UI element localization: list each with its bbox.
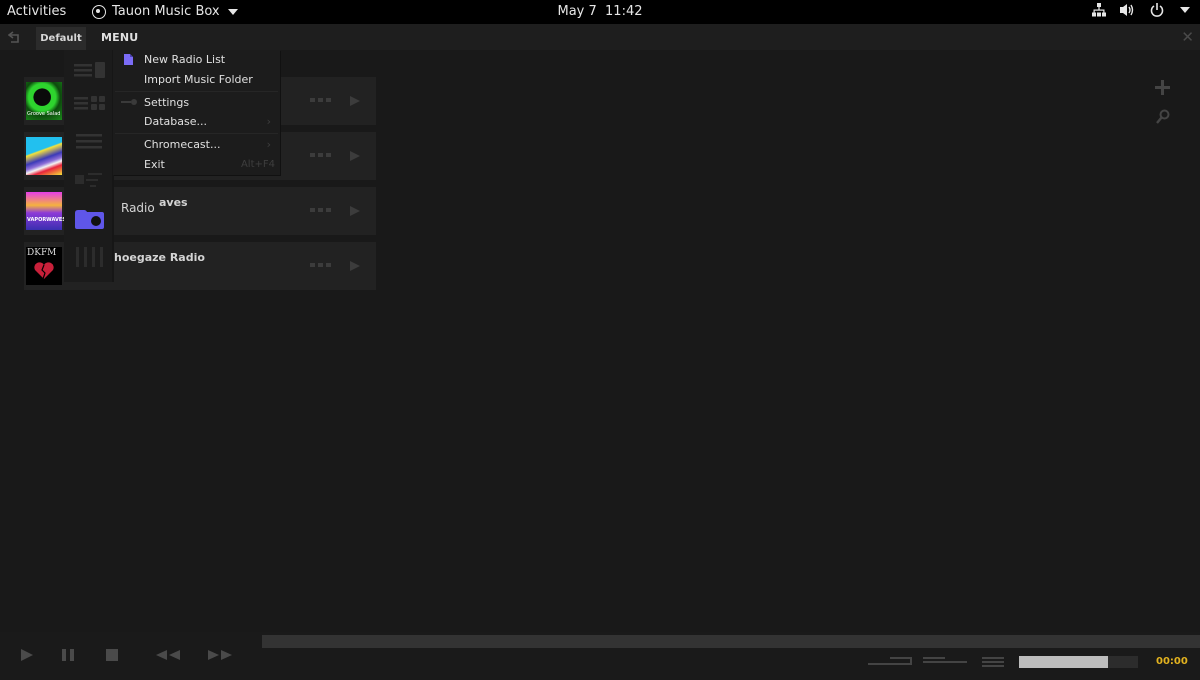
back-icon[interactable]: [8, 31, 22, 43]
menu-item-exit[interactable]: Exit Alt+F4: [113, 155, 280, 175]
gallery-grid-icon[interactable]: [72, 92, 106, 120]
caret-down-icon: [227, 8, 238, 15]
clock-time: 11:42: [605, 4, 643, 19]
fast-forward-icon[interactable]: [207, 648, 233, 662]
radio-icon[interactable]: [72, 205, 106, 233]
station-art: [26, 137, 62, 175]
menu-item-label: Chromecast...: [144, 138, 221, 151]
menu-item-settings[interactable]: Settings: [113, 93, 280, 113]
station-art-label: Groove Salad: [27, 111, 61, 117]
menu-item-import-music-folder[interactable]: Import Music Folder: [113, 70, 280, 90]
system-top-bar: Activities Tauon Music Box May 7 11:42: [0, 0, 1200, 24]
volume-fill: [1019, 656, 1109, 668]
play-icon[interactable]: [350, 206, 360, 216]
network-icon: [1092, 3, 1106, 17]
menu-separator: [115, 91, 278, 92]
settings-icon: [121, 99, 137, 105]
station-art-label: VAPORWAVES: [27, 217, 66, 223]
menu-button[interactable]: MENU: [101, 31, 138, 44]
search-icon[interactable]: [1156, 109, 1170, 125]
power-icon: [1150, 3, 1164, 17]
tracklist-icon[interactable]: [72, 128, 106, 156]
add-icon[interactable]: [1155, 80, 1170, 95]
file-icon: [124, 54, 133, 65]
tab-default[interactable]: Default: [36, 27, 86, 50]
pause-icon[interactable]: [61, 648, 75, 662]
menu-shortcut: Alt+F4: [240, 159, 275, 170]
rewind-icon[interactable]: [155, 648, 181, 662]
activities-button[interactable]: Activities: [7, 4, 66, 19]
volume-icon: [1120, 4, 1134, 16]
minimal-view-icon[interactable]: [72, 167, 106, 195]
menu-item-label: New Radio List: [144, 53, 226, 66]
more-options-button[interactable]: [310, 153, 331, 157]
app-disc-icon: [92, 4, 106, 19]
app-name: Tauon Music Box: [112, 4, 220, 19]
clock-date: May 7: [557, 4, 597, 19]
more-options-button[interactable]: [310, 208, 331, 212]
station-title-prefix: Radio: [121, 201, 155, 215]
menu-item-label: Settings: [144, 96, 190, 109]
view-switcher: [64, 50, 112, 282]
station-art-label: DKFM: [27, 248, 57, 258]
volume-slider[interactable]: [1019, 656, 1138, 668]
play-icon[interactable]: [350, 261, 360, 271]
submenu-arrow-icon: ›: [266, 138, 271, 151]
main-menu-dropdown: New Radio List Import Music Folder Setti…: [113, 50, 280, 175]
menu-item-chromecast[interactable]: Chromecast... ›: [113, 135, 280, 155]
caret-down-icon: [1180, 7, 1190, 13]
station-art: VAPORWAVES: [26, 192, 66, 230]
playlist-icon[interactable]: [982, 656, 1004, 668]
mode-a-icon[interactable]: [868, 656, 914, 666]
seek-bar[interactable]: [262, 635, 1200, 648]
list-with-art-icon[interactable]: [72, 58, 106, 86]
clock-button[interactable]: May 7 11:42: [557, 4, 642, 19]
app-menu-button[interactable]: Tauon Music Box: [92, 4, 238, 19]
playback-time: 00:00: [1156, 656, 1188, 667]
play-icon[interactable]: [350, 96, 360, 106]
station-art: Groove Salad: [26, 82, 62, 120]
playlist-tab-bar: Default MENU ✕: [0, 24, 1200, 50]
mode-b-icon[interactable]: [923, 656, 967, 666]
menu-item-label: Database...: [144, 115, 207, 128]
close-icon[interactable]: ✕: [1181, 30, 1194, 45]
stop-icon[interactable]: [105, 648, 119, 662]
menu-item-label: Import Music Folder: [144, 73, 253, 86]
menu-item-database[interactable]: Database... ›: [113, 112, 280, 132]
submenu-arrow-icon: ›: [266, 115, 271, 128]
more-options-button[interactable]: [310, 263, 331, 267]
menu-item-new-radio-list[interactable]: New Radio List: [113, 50, 280, 70]
play-icon[interactable]: [20, 648, 34, 662]
menu-item-label: Exit: [144, 158, 165, 171]
menu-separator: [115, 133, 278, 134]
play-icon[interactable]: [350, 151, 360, 161]
station-title: hoegaze Radio: [114, 251, 205, 264]
station-art: DKFM: [26, 247, 62, 285]
more-options-button[interactable]: [310, 98, 331, 102]
broken-heart-icon: [34, 262, 54, 280]
station-title: aves: [159, 196, 188, 209]
columns-icon[interactable]: [72, 243, 106, 271]
system-tray[interactable]: [1092, 3, 1190, 17]
